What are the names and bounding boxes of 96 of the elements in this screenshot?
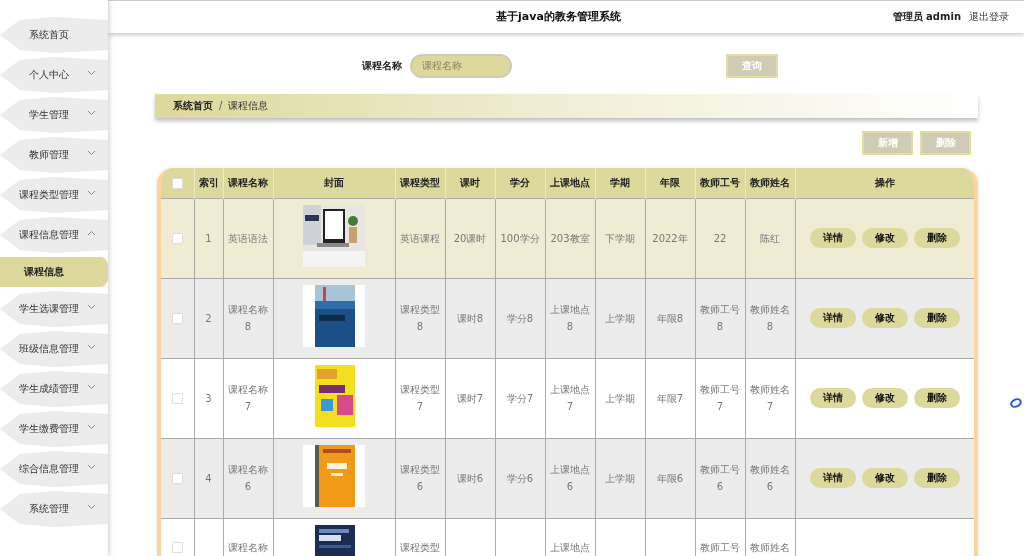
edit-button[interactable]: 修改 [861, 388, 908, 409]
detail-button[interactable]: 详情 [809, 388, 856, 409]
table-cell: 课时7 [445, 358, 495, 439]
sidebar-item[interactable]: 学生缴费管理 [0, 411, 108, 447]
table-cell: 上课地点7 [545, 358, 595, 439]
table-cell: 教师工号7 [695, 358, 745, 439]
detail-button[interactable]: 详情 [809, 468, 856, 489]
table-cell: 上课地点 [545, 518, 595, 556]
column-header: 年限 [645, 167, 695, 199]
table-cell: 课程名称6 [223, 438, 273, 519]
sidebar-item[interactable]: 教师管理 [0, 137, 108, 173]
table-cell: 上课地点8 [545, 278, 595, 359]
table-cell: 学分8 [495, 278, 545, 359]
sidebar-item[interactable]: 学生选课管理 [0, 291, 108, 327]
column-header: 封面 [273, 167, 395, 199]
table-cell: 课程名称8 [223, 278, 273, 359]
edit-button[interactable]: 修改 [861, 308, 908, 329]
table-cell: 课程名称 [223, 518, 273, 556]
table-cell: 3 [194, 358, 223, 439]
table-cell: 1 [194, 198, 223, 279]
table-cell: 203教室 [545, 198, 595, 279]
detail-button[interactable]: 详情 [809, 308, 856, 329]
user-label: 管理员 admin [892, 9, 961, 24]
table-cell: 英语课程 [395, 198, 445, 279]
sidebar-item[interactable]: 系统首页 [0, 17, 108, 53]
column-header: 学期 [595, 167, 645, 199]
table-cell: 22 [695, 198, 745, 279]
checkbox[interactable] [171, 313, 183, 325]
checkbox[interactable] [171, 393, 183, 405]
column-header: 教师工号 [695, 167, 745, 199]
checkbox[interactable] [171, 177, 183, 189]
column-header: 学分 [495, 167, 545, 199]
search-field[interactable]: 课程名称 [410, 53, 512, 78]
table-cell: 上学期 [595, 438, 645, 519]
table-cell: 4 [194, 438, 223, 519]
logout-link[interactable]: 退出登录 [969, 9, 1009, 24]
table-cell: 课时6 [445, 438, 495, 519]
table-cell: 课程类型6 [395, 438, 445, 519]
breadcrumb-link[interactable]: 系统首页 [173, 98, 213, 113]
delete-button[interactable]: 删除 [913, 308, 960, 329]
column-header: 课时 [445, 167, 495, 199]
table-cell: 课时8 [445, 278, 495, 359]
table-cell: 2022年 [645, 198, 695, 279]
table-cell: 教师姓名7 [745, 358, 795, 439]
sidebar-item[interactable]: 综合信息管理 [0, 451, 108, 487]
sidebar-item[interactable]: 学生管理 [0, 97, 108, 133]
edit-button[interactable]: 修改 [861, 468, 908, 489]
table-cell: 20课时 [445, 198, 495, 279]
table-cell: 课程类型8 [395, 278, 445, 359]
app-title: 基于java的教务管理系统 [496, 9, 621, 25]
table-cell: 年限6 [645, 438, 695, 519]
table-cell: 教师工号6 [695, 438, 745, 519]
column-header: 操作 [795, 167, 974, 199]
table-cell: 上课地点6 [545, 438, 595, 519]
delete-button[interactable]: 删除 [913, 388, 960, 409]
table-cell: 教师工号8 [695, 278, 745, 359]
edit-button[interactable]: 修改 [861, 228, 908, 249]
sidebar-item[interactable]: 课程类型管理 [0, 177, 108, 213]
table-cell: 课程类型 [395, 518, 445, 556]
detail-button[interactable]: 详情 [809, 228, 856, 249]
table-cell: 100学分 [495, 198, 545, 279]
sidebar-item[interactable]: 班级信息管理 [0, 331, 108, 367]
column-header: 教师姓名 [745, 167, 795, 199]
checkbox[interactable] [171, 473, 183, 485]
breadcrumb-separator: / [219, 100, 223, 112]
sidebar-item[interactable]: 系统管理 [0, 491, 108, 527]
checkbox[interactable] [171, 542, 183, 554]
table-cell: 教师姓名8 [745, 278, 795, 359]
sidebar-item[interactable]: 个人中心 [0, 57, 108, 93]
table-cell: 上学期 [595, 358, 645, 439]
column-header: 课程类型 [395, 167, 445, 199]
checkbox[interactable] [171, 233, 183, 245]
table-cell: 年限7 [645, 358, 695, 439]
table-cell: 陈红 [745, 198, 795, 279]
sidebar-subitem[interactable]: 课程信息 [0, 257, 108, 287]
column-header: 课程名称 [223, 167, 273, 199]
table-cell: 课程名称7 [223, 358, 273, 439]
breadcrumb-current: 课程信息 [228, 98, 269, 113]
table-cell: 2 [194, 278, 223, 359]
sidebar-item[interactable]: 课程信息管理 [0, 217, 108, 253]
table-cell: 下学期 [595, 198, 645, 279]
search-label: 课程名称 [362, 58, 402, 73]
delete-button[interactable]: 删除 [913, 468, 960, 489]
table-cell: 英语语法 [223, 198, 273, 279]
table-cell: 学分7 [495, 358, 545, 439]
table-cell: 教师姓名6 [745, 438, 795, 519]
table-cell: 课程类型7 [395, 358, 445, 439]
table-cell: 年限8 [645, 278, 695, 359]
table-cell: 教师工号 [695, 518, 745, 556]
sidebar-item[interactable]: 学生成绩管理 [0, 371, 108, 407]
delete-button[interactable]: 删除 [913, 228, 960, 249]
table-cell: 学分6 [495, 438, 545, 519]
table-cell: 上学期 [595, 278, 645, 359]
column-header: 上课地点 [545, 167, 595, 199]
table-cell: 教师姓名 [745, 518, 795, 556]
column-header: 索引 [194, 167, 223, 199]
